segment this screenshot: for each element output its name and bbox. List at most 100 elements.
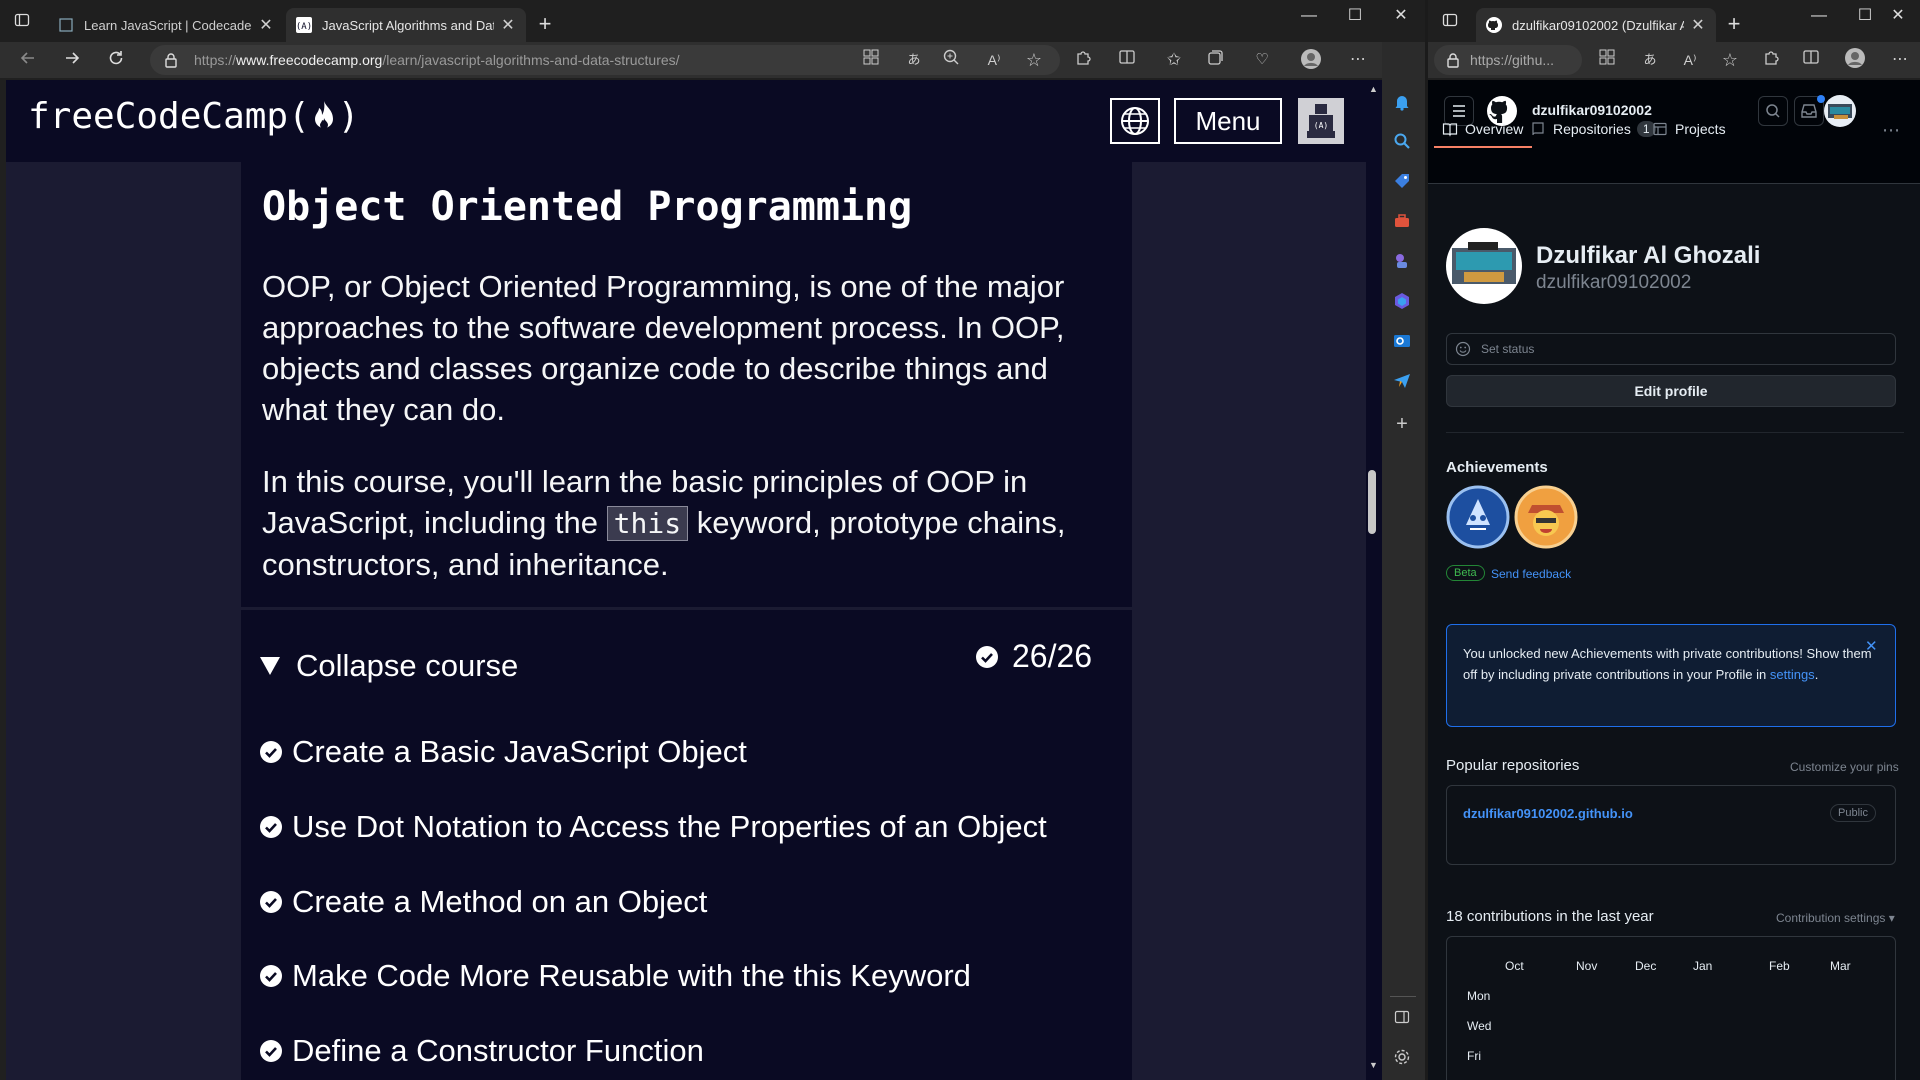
header-avatar[interactable] (1824, 95, 1856, 127)
close-window-button[interactable]: ✕ (1378, 4, 1424, 28)
refresh-icon[interactable] (106, 48, 130, 72)
collections-icon[interactable] (1206, 48, 1230, 72)
lesson-item[interactable]: Make Code More Reusable with the this Ke… (260, 958, 971, 994)
repo-visibility-badge: Public (1830, 804, 1876, 822)
settings-more-icon[interactable]: ⋯ (1888, 48, 1912, 72)
collapse-course-label: Collapse course (296, 648, 519, 683)
lesson-item[interactable]: Define a Constructor Function (260, 1033, 704, 1069)
dismiss-notice-icon[interactable]: ✕ (1865, 637, 1878, 655)
add-sidebar-app-icon[interactable]: + (1392, 413, 1412, 435)
send-icon[interactable] (1392, 371, 1412, 391)
shopping-tag-icon[interactable] (1392, 171, 1412, 191)
tab-overview[interactable]: Overview (1442, 121, 1523, 137)
close-tab-icon[interactable]: ✕ (1690, 15, 1706, 35)
settings-link[interactable]: settings (1770, 667, 1815, 682)
header-username[interactable]: dzulfikar09102002 (1532, 102, 1652, 118)
month-label: Nov (1576, 959, 1598, 973)
close-tab-icon[interactable]: ✕ (500, 15, 516, 35)
profile-avatar-icon[interactable] (1300, 48, 1324, 72)
extensions-icon[interactable] (1074, 48, 1098, 72)
tab-actions-icon[interactable] (1442, 12, 1466, 36)
tab-actions-icon[interactable] (14, 12, 38, 36)
tab-repositories[interactable]: Repositories 1 (1530, 121, 1656, 137)
scroll-up-arrow-icon[interactable]: ▲ (1369, 84, 1378, 94)
forward-icon[interactable] (62, 48, 86, 72)
url-text: https://githu... (1470, 52, 1555, 68)
browser-essentials-icon[interactable]: ♡ (1250, 48, 1274, 72)
month-label: Mar (1830, 959, 1851, 973)
split-screen-icon[interactable] (1802, 48, 1826, 72)
lesson-link[interactable]: Create a Basic JavaScript Object (292, 734, 747, 770)
maximize-button[interactable]: ☐ (1332, 4, 1378, 28)
close-window-button[interactable]: ✕ (1878, 4, 1918, 28)
more-tabs-icon[interactable]: ⋯ (1882, 120, 1900, 141)
repo-link[interactable]: dzulfikar09102002.github.io (1463, 806, 1633, 821)
set-status-button[interactable]: Set status (1446, 333, 1896, 365)
scrollbar-thumb[interactable] (1368, 470, 1376, 534)
month-label: Oct (1505, 959, 1524, 973)
new-tab-button[interactable]: + (533, 12, 557, 36)
send-feedback-link[interactable]: Send feedback (1491, 567, 1571, 581)
lesson-link[interactable]: Make Code More Reusable with the this Ke… (292, 958, 971, 994)
tab-projects[interactable]: Projects (1652, 121, 1726, 137)
collapse-course-toggle[interactable]: Collapse course (260, 648, 518, 684)
contribution-settings-dropdown[interactable]: Contribution settings ▾ (1776, 911, 1895, 925)
games-icon[interactable] (1392, 251, 1412, 271)
sidebar-settings-icon[interactable] (1392, 1047, 1412, 1067)
back-icon[interactable] (18, 48, 42, 72)
new-tab-button[interactable]: + (1722, 12, 1746, 36)
tab-freecodecamp[interactable]: (A) JavaScript Algorithms and Data S ✕ (286, 8, 526, 42)
close-tab-icon[interactable]: ✕ (258, 15, 274, 35)
achievement-badge-shark[interactable] (1446, 485, 1510, 549)
freecodecamp-logo[interactable]: freeCodeCamp() (28, 96, 359, 137)
customize-pins-link[interactable]: Customize your pins (1790, 760, 1899, 774)
settings-more-icon[interactable]: ⋯ (1346, 48, 1370, 72)
minimize-button[interactable]: — (1286, 4, 1332, 28)
lesson-link[interactable]: Define a Constructor Function (292, 1033, 704, 1069)
profile-full-name: Dzulfikar Al Ghozali (1536, 242, 1761, 269)
split-screen-icon[interactable] (1118, 48, 1142, 72)
sidebar-divider (1390, 996, 1416, 997)
yolo-badge-icon (1514, 485, 1578, 549)
lesson-item[interactable]: Create a Method on an Object (260, 884, 707, 920)
profile-avatar-icon[interactable] (1844, 47, 1868, 71)
translate-icon[interactable]: あ (1638, 48, 1662, 72)
profile-avatar[interactable] (1446, 228, 1522, 304)
language-globe-button[interactable] (1110, 98, 1160, 144)
tab-title: dzulfikar09102002 (Dzulfikar Al G (1512, 17, 1684, 33)
edit-profile-button[interactable]: Edit profile (1446, 375, 1896, 407)
user-avatar[interactable]: (A) (1298, 98, 1344, 144)
github-search-button[interactable] (1758, 96, 1788, 126)
extensions-icon[interactable] (1762, 48, 1786, 72)
app-available-icon[interactable] (862, 48, 886, 72)
favorites-icon[interactable]: ✩ (1162, 48, 1186, 72)
scroll-down-arrow-icon[interactable]: ▼ (1369, 1060, 1378, 1070)
app-available-icon[interactable] (1598, 48, 1622, 72)
tab-github-profile[interactable]: dzulfikar09102002 (Dzulfikar Al G ✕ (1476, 8, 1716, 42)
microsoft-365-icon[interactable] (1392, 291, 1412, 311)
menu-button[interactable]: Menu (1174, 98, 1282, 144)
search-icon[interactable] (1392, 131, 1412, 151)
lesson-item[interactable]: Use Dot Notation to Access the Propertie… (260, 809, 1047, 845)
translate-icon[interactable]: あ (902, 48, 926, 72)
minimize-button[interactable]: — (1796, 4, 1842, 28)
codecademy-favicon-icon (58, 17, 74, 33)
address-bar[interactable]: https://githu... (1434, 45, 1582, 75)
hide-sidebar-icon[interactable] (1392, 1007, 1412, 1027)
tools-briefcase-icon[interactable] (1392, 211, 1412, 231)
favorite-star-icon[interactable]: ☆ (1022, 48, 1046, 72)
read-aloud-icon[interactable]: A⁾ (982, 48, 1006, 72)
outlook-icon[interactable] (1392, 331, 1412, 351)
notification-bell-icon[interactable] (1392, 92, 1412, 112)
lesson-link[interactable]: Use Dot Notation to Access the Propertie… (292, 809, 1047, 845)
zoom-icon[interactable] (942, 48, 966, 72)
favorite-star-icon[interactable]: ☆ (1718, 48, 1742, 72)
achievement-badge-yolo[interactable] (1514, 485, 1578, 549)
day-label: Mon (1467, 989, 1491, 1003)
svg-text:(A): (A) (296, 22, 312, 32)
read-aloud-icon[interactable]: A⁾ (1678, 48, 1702, 72)
lesson-link[interactable]: Create a Method on an Object (292, 884, 707, 920)
tab-codecademy[interactable]: Learn JavaScript | Codecademy ✕ (48, 8, 284, 42)
lesson-item[interactable]: Create a Basic JavaScript Object (260, 734, 747, 770)
page-scrollbar[interactable] (1366, 80, 1382, 1080)
